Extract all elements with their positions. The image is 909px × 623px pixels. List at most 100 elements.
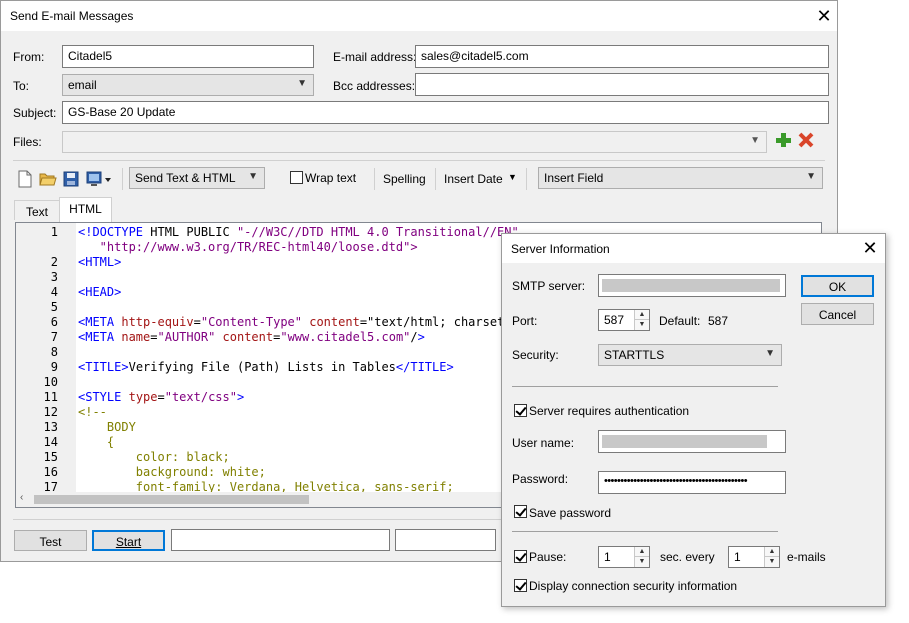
divider [512, 386, 778, 387]
username-field[interactable] [598, 430, 786, 453]
pause-seconds-spinner[interactable]: 1 ▲ ▼ [598, 546, 650, 568]
scrollbar-thumb[interactable] [34, 495, 309, 504]
close-icon[interactable]: ✕ [814, 7, 834, 25]
wrap-text-checkbox[interactable] [290, 171, 303, 184]
display-security-label: Display connection security information [529, 579, 738, 593]
insert-field-combo[interactable]: Insert Field ▼ [538, 167, 823, 189]
line-number: 11 [43, 390, 58, 404]
code-line: <!DOCTYPE HTML PUBLIC "-//W3C//DTD HTML … [78, 225, 519, 239]
status-field [395, 529, 496, 551]
default-label: Default: [659, 314, 701, 328]
code-line: <HEAD> [78, 285, 122, 299]
security-label: Security: [512, 348, 559, 362]
chevron-down-icon: ▼ [297, 78, 307, 89]
port-label: Port: [512, 314, 538, 328]
to-combo[interactable]: email ▼ [62, 74, 314, 96]
code-line: { [78, 435, 115, 449]
line-number: 10 [43, 375, 58, 389]
subject-label: Subject: [13, 106, 57, 120]
chevron-down-icon[interactable]: ▼ [508, 172, 517, 182]
tab-text[interactable]: Text [14, 200, 60, 220]
line-number: 9 [50, 360, 58, 374]
toolbar-separator [526, 168, 527, 190]
chevron-down-icon: ▼ [765, 348, 775, 359]
code-line: background: white; [78, 465, 266, 479]
save-password-checkbox[interactable] [514, 505, 527, 518]
line-number: 8 [50, 345, 58, 359]
from-field[interactable]: Citadel5 [62, 45, 314, 68]
send-mode-value: Send Text & HTML [135, 171, 236, 185]
default-port-value: 587 [708, 314, 729, 328]
line-number: 4 [50, 285, 58, 299]
toolbar-separator [374, 168, 375, 190]
to-value: email [68, 78, 97, 92]
save-icon[interactable] [63, 171, 79, 187]
line-number: 16 [43, 465, 58, 479]
progress-field [171, 529, 390, 551]
every-emails-spinner[interactable]: 1 ▲ ▼ [728, 546, 780, 568]
open-folder-icon[interactable] [39, 171, 57, 187]
redacted-value [602, 279, 780, 292]
code-line: <STYLE type="text/css"> [78, 390, 245, 404]
code-line: <META http-equiv="Content-Type" content=… [78, 315, 519, 329]
password-label: Password: [512, 472, 569, 486]
files-combo[interactable]: ▼ [62, 131, 767, 153]
code-line: color: black; [78, 450, 230, 464]
port-spinner[interactable]: 587 ▲ ▼ [598, 309, 650, 331]
new-document-icon[interactable] [17, 170, 33, 188]
code-line: <!-- [78, 405, 107, 419]
spin-down-icon[interactable]: ▼ [634, 556, 649, 567]
send-mode-combo[interactable]: Send Text & HTML ▼ [129, 167, 265, 189]
emails-label: e-mails [787, 550, 826, 564]
dialog-title: Server Information [511, 242, 610, 256]
spelling-button[interactable]: Spelling [383, 172, 426, 186]
test-button[interactable]: Test [14, 530, 87, 551]
line-number: 15 [43, 450, 58, 464]
spin-down-icon[interactable]: ▼ [764, 556, 779, 567]
window-title: Send E-mail Messages [10, 9, 134, 23]
password-field[interactable]: ••••••••••••••••••••••••••••••••••••••••… [598, 471, 786, 494]
line-number: 6 [50, 315, 58, 329]
line-number: 5 [50, 300, 58, 314]
bcc-field[interactable] [415, 73, 829, 96]
wrap-text-label: Wrap text [305, 171, 357, 185]
start-button[interactable]: Start [92, 530, 165, 551]
every-emails-value: 1 [734, 550, 741, 564]
chevron-down-icon: ▼ [806, 171, 816, 182]
close-icon[interactable]: ✕ [860, 239, 880, 257]
start-label: Start [115, 535, 142, 549]
from-label: From: [13, 50, 45, 64]
toolbar-separator [122, 168, 123, 190]
pause-checkbox[interactable] [514, 550, 527, 563]
ok-button[interactable]: OK [801, 275, 874, 297]
remove-file-icon[interactable] [798, 132, 814, 148]
line-number: 2 [50, 255, 58, 269]
add-file-icon[interactable] [775, 132, 791, 148]
cancel-button[interactable]: Cancel [801, 303, 874, 325]
security-value: STARTTLS [604, 348, 665, 362]
email-address-label: E-mail address: [333, 50, 417, 64]
smtp-server-field[interactable] [598, 274, 786, 297]
require-auth-checkbox[interactable] [514, 404, 527, 417]
display-security-checkbox[interactable] [514, 579, 527, 592]
line-number: 7 [50, 330, 58, 344]
insert-date-button[interactable]: Insert Date [444, 172, 503, 186]
security-combo[interactable]: STARTTLS ▼ [598, 344, 782, 366]
title-bar: Send E-mail Messages ✕ [1, 1, 837, 31]
save-password-label: Save password [529, 506, 612, 520]
subject-field[interactable]: GS-Base 20 Update [62, 101, 829, 124]
redacted-value [602, 435, 767, 448]
spin-down-icon[interactable]: ▼ [634, 319, 649, 330]
email-address-field[interactable]: sales@citadel5.com [415, 45, 829, 68]
chevron-down-icon: ▼ [248, 171, 258, 182]
code-line: BODY [78, 420, 136, 434]
toolbar-separator [435, 168, 436, 190]
code-line: <META name="AUTHOR" content="www.citadel… [78, 330, 425, 344]
tab-html[interactable]: HTML [59, 197, 112, 222]
chevron-left-icon[interactable]: ‹ [20, 492, 23, 503]
divider [512, 531, 778, 532]
port-value: 587 [604, 313, 625, 327]
screen-icon[interactable] [86, 171, 114, 187]
code-line: <TITLE>Verifying File (Path) Lists in Ta… [78, 360, 454, 374]
code-line: "http://www.w3.org/TR/REC-html40/loose.d… [78, 240, 418, 254]
